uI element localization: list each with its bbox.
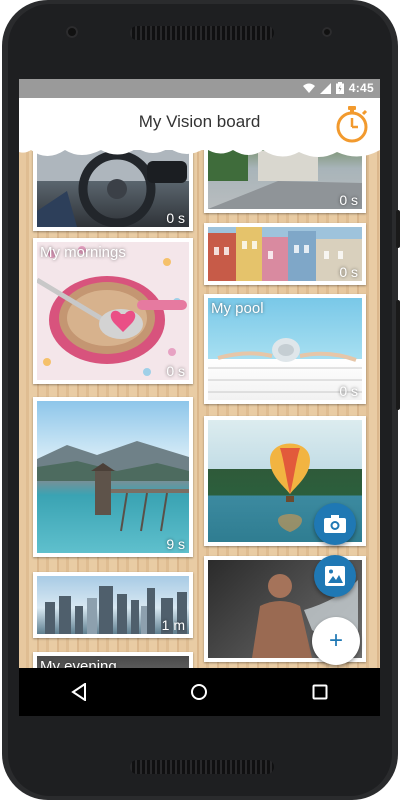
wifi-icon <box>302 83 315 93</box>
camera-button[interactable] <box>314 503 356 545</box>
photo-icon <box>325 566 345 586</box>
card-label: My pool <box>211 300 264 317</box>
top-speaker <box>130 26 274 40</box>
signal-icon <box>319 82 331 94</box>
vision-card[interactable]: My mornings 0 s <box>33 238 193 384</box>
bottom-speaker <box>130 760 274 774</box>
card-duration: 0 s <box>166 210 185 226</box>
app-bar: My Vision board <box>19 98 380 150</box>
navigation-bar <box>19 668 380 716</box>
battery-icon <box>335 82 344 94</box>
vision-card[interactable]: 1 m <box>33 572 193 638</box>
card-duration: 0 s <box>339 264 358 280</box>
vision-card[interactable]: 9 s <box>33 397 193 557</box>
vision-card[interactable]: My pool 0 s <box>204 294 366 404</box>
volume-button[interactable] <box>396 210 400 248</box>
vision-card[interactable]: 0 s <box>204 223 366 285</box>
sensor <box>322 27 332 37</box>
front-camera <box>66 26 78 38</box>
card-duration: 1 m <box>161 617 185 633</box>
card-duration: 0 s <box>166 363 185 379</box>
card-duration: 0 s <box>339 383 358 399</box>
card-duration: 0 s <box>339 192 358 208</box>
add-button[interactable]: + <box>312 617 360 665</box>
back-icon[interactable] <box>71 683 87 701</box>
lake-pier-image <box>37 441 189 532</box>
card-duration: 9 s <box>166 536 185 552</box>
screen: 0 s My mornings 0 s 9 s 1 m My evening 0… <box>19 79 380 715</box>
status-bar: 4:45 <box>19 79 380 98</box>
app-title: My Vision board <box>138 112 261 131</box>
add-icon: + <box>328 627 343 654</box>
status-time: 4:45 <box>348 81 374 95</box>
camera-icon <box>324 515 346 533</box>
timer-icon[interactable] <box>334 104 370 144</box>
gallery-button[interactable] <box>314 555 356 597</box>
home-icon[interactable] <box>190 683 208 701</box>
recents-icon[interactable] <box>312 684 328 700</box>
card-label: My mornings <box>40 244 126 261</box>
power-button[interactable] <box>396 300 400 410</box>
coffee-image <box>37 246 187 376</box>
